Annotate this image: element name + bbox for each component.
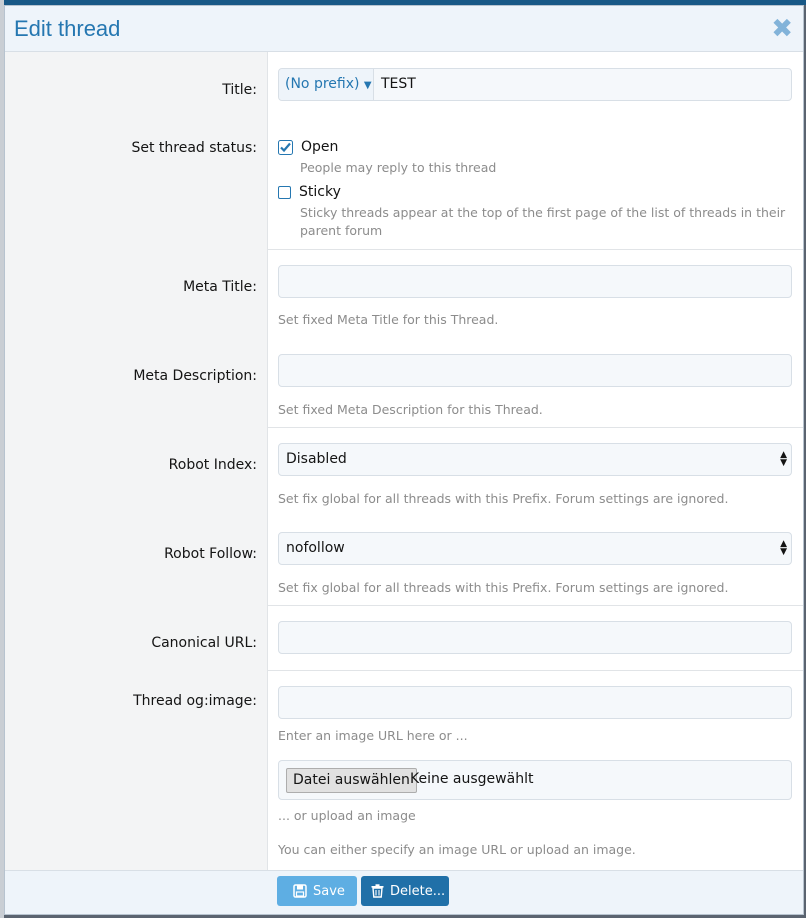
dialog-body: Title: (No prefix) ▼ TEST Set thread sta… bbox=[5, 52, 803, 872]
delete-button[interactable]: Delete... bbox=[361, 876, 449, 906]
title-value[interactable]: TEST bbox=[374, 69, 416, 100]
edit-thread-dialog: Edit thread ✖ Title: (No prefix) ▼ TEST … bbox=[4, 5, 804, 915]
og-image-url-input[interactable] bbox=[278, 686, 792, 719]
robot-index-select[interactable]: Disabled ▲ ▼ bbox=[278, 443, 792, 476]
divider bbox=[268, 427, 803, 428]
sticky-hint: Sticky threads appear at the top of the … bbox=[300, 205, 786, 238]
meta-title-hint: Set fixed Meta Title for this Thread. bbox=[278, 312, 499, 327]
sticky-checkbox-row[interactable]: Sticky bbox=[278, 184, 341, 200]
divider bbox=[268, 605, 803, 606]
robot-index-hint: Set fix global for all threads with this… bbox=[278, 491, 729, 506]
prefix-dropdown[interactable]: (No prefix) ▼ bbox=[279, 69, 374, 100]
checkbox-unchecked-icon[interactable] bbox=[278, 185, 291, 199]
meta-description-label: Meta Description: bbox=[133, 368, 257, 384]
canonical-url-input[interactable] bbox=[278, 621, 792, 654]
file-status-text: Keine ausgewählt bbox=[410, 771, 534, 787]
dialog-header: Edit thread ✖ bbox=[5, 6, 803, 52]
open-checkbox-label: Open bbox=[301, 139, 339, 155]
either-hint: You can either specify an image URL or u… bbox=[278, 842, 636, 857]
open-checkbox-row[interactable]: Open bbox=[278, 139, 338, 155]
robot-follow-select[interactable]: nofollow ▲ ▼ bbox=[278, 532, 792, 565]
meta-title-label: Meta Title: bbox=[183, 279, 257, 295]
dialog-footer: Save Delete... bbox=[5, 870, 803, 914]
canonical-url-label: Canonical URL: bbox=[151, 635, 257, 651]
close-icon[interactable]: ✖ bbox=[771, 12, 793, 46]
select-arrows-icon: ▲ ▼ bbox=[780, 450, 787, 468]
save-label: Save bbox=[313, 883, 345, 899]
dialog-title: Edit thread bbox=[14, 16, 121, 41]
divider bbox=[268, 670, 803, 671]
delete-label: Delete... bbox=[390, 883, 446, 899]
caret-down-icon: ▼ bbox=[363, 80, 372, 91]
upload-hint: ... or upload an image bbox=[278, 808, 416, 823]
meta-description-hint: Set fixed Meta Description for this Thre… bbox=[278, 402, 543, 417]
title-label: Title: bbox=[222, 82, 257, 98]
robot-follow-label: Robot Follow: bbox=[164, 546, 257, 562]
og-image-file-input[interactable]: Datei auswählen Keine ausgewählt bbox=[278, 760, 792, 800]
trash-icon bbox=[371, 884, 384, 898]
title-input[interactable]: (No prefix) ▼ TEST bbox=[278, 68, 792, 101]
robot-follow-value: nofollow bbox=[286, 540, 345, 556]
robot-index-value: Disabled bbox=[286, 451, 347, 467]
robot-follow-hint: Set fix global for all threads with this… bbox=[278, 580, 729, 595]
save-button[interactable]: Save bbox=[277, 876, 357, 906]
thread-status-label: Set thread status: bbox=[131, 140, 257, 156]
choose-file-button[interactable]: Datei auswählen bbox=[286, 768, 417, 793]
meta-title-input[interactable] bbox=[278, 265, 792, 298]
checkbox-checked-icon[interactable] bbox=[278, 139, 293, 155]
og-image-label: Thread og:image: bbox=[133, 693, 257, 709]
og-image-url-hint: Enter an image URL here or ... bbox=[278, 728, 468, 743]
meta-description-input[interactable] bbox=[278, 354, 792, 387]
sticky-checkbox-label: Sticky bbox=[299, 184, 341, 200]
prefix-label: (No prefix) bbox=[285, 76, 360, 92]
select-arrows-icon: ▲ ▼ bbox=[780, 539, 787, 557]
open-hint: People may reply to this thread bbox=[300, 160, 497, 175]
robot-index-label: Robot Index: bbox=[168, 457, 257, 473]
divider bbox=[268, 249, 803, 250]
save-icon bbox=[293, 884, 307, 898]
